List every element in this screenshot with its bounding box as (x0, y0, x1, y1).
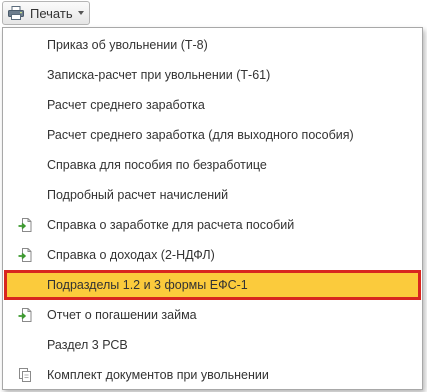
document-export-icon (18, 308, 32, 322)
menu-item-label: Расчет среднего заработка (47, 98, 205, 112)
menu-item-label: Записка-расчет при увольнении (Т-61) (47, 68, 271, 82)
menu-item-loan-repayment-report[interactable]: Отчет о погашении займа (3, 300, 422, 330)
menu-item-rsv-section3[interactable]: Раздел 3 РСВ (3, 330, 422, 360)
menu-item-label: Справка о доходах (2-НДФЛ) (47, 248, 215, 262)
menu-item-label: Подробный расчет начислений (47, 188, 229, 202)
print-button[interactable]: Печать (2, 1, 90, 25)
menu-item-dismissal-documents-set[interactable]: Комплект документов при увольнении (3, 360, 422, 390)
menu-item-earnings-certificate[interactable]: Справка о заработке для расчета пособий (3, 210, 422, 240)
document-export-icon (18, 218, 32, 232)
menu-item-label: Приказ об увольнении (Т-8) (47, 38, 208, 52)
menu-item-label: Справка для пособия по безработице (47, 158, 267, 172)
menu-item-label: Справка о заработке для расчета пособий (47, 218, 295, 232)
menu-item-label: Подразделы 1.2 и 3 формы ЕФС-1 (47, 278, 248, 292)
menu-item-average-earnings-severance[interactable]: Расчет среднего заработка (для выходного… (3, 120, 422, 150)
printer-icon (8, 6, 24, 20)
menu-item-average-earnings[interactable]: Расчет среднего заработка (3, 90, 422, 120)
menu-item-label: Расчет среднего заработка (для выходного… (47, 128, 354, 142)
caret-down-icon (77, 11, 84, 15)
menu-item-label: Раздел 3 РСВ (47, 338, 128, 352)
print-dropdown-menu: Приказ об увольнении (Т-8) Записка-расче… (2, 27, 423, 390)
print-button-label: Печать (30, 5, 73, 21)
documents-set-icon (19, 368, 31, 382)
menu-item-order-t8[interactable]: Приказ об увольнении (Т-8) (3, 30, 422, 60)
menu-item-detailed-accruals[interactable]: Подробный расчет начислений (3, 180, 422, 210)
menu-item-income-2ndfl[interactable]: Справка о доходах (2-НДФЛ) (3, 240, 422, 270)
menu-item-label: Комплект документов при увольнении (47, 368, 269, 382)
document-export-icon (18, 248, 32, 262)
menu-item-note-t61[interactable]: Записка-расчет при увольнении (Т-61) (3, 60, 422, 90)
menu-item-efs1-subsections[interactable]: Подразделы 1.2 и 3 формы ЕФС-1 (4, 270, 421, 300)
menu-item-unemployment-certificate[interactable]: Справка для пособия по безработице (3, 150, 422, 180)
menu-item-label: Отчет о погашении займа (47, 308, 197, 322)
